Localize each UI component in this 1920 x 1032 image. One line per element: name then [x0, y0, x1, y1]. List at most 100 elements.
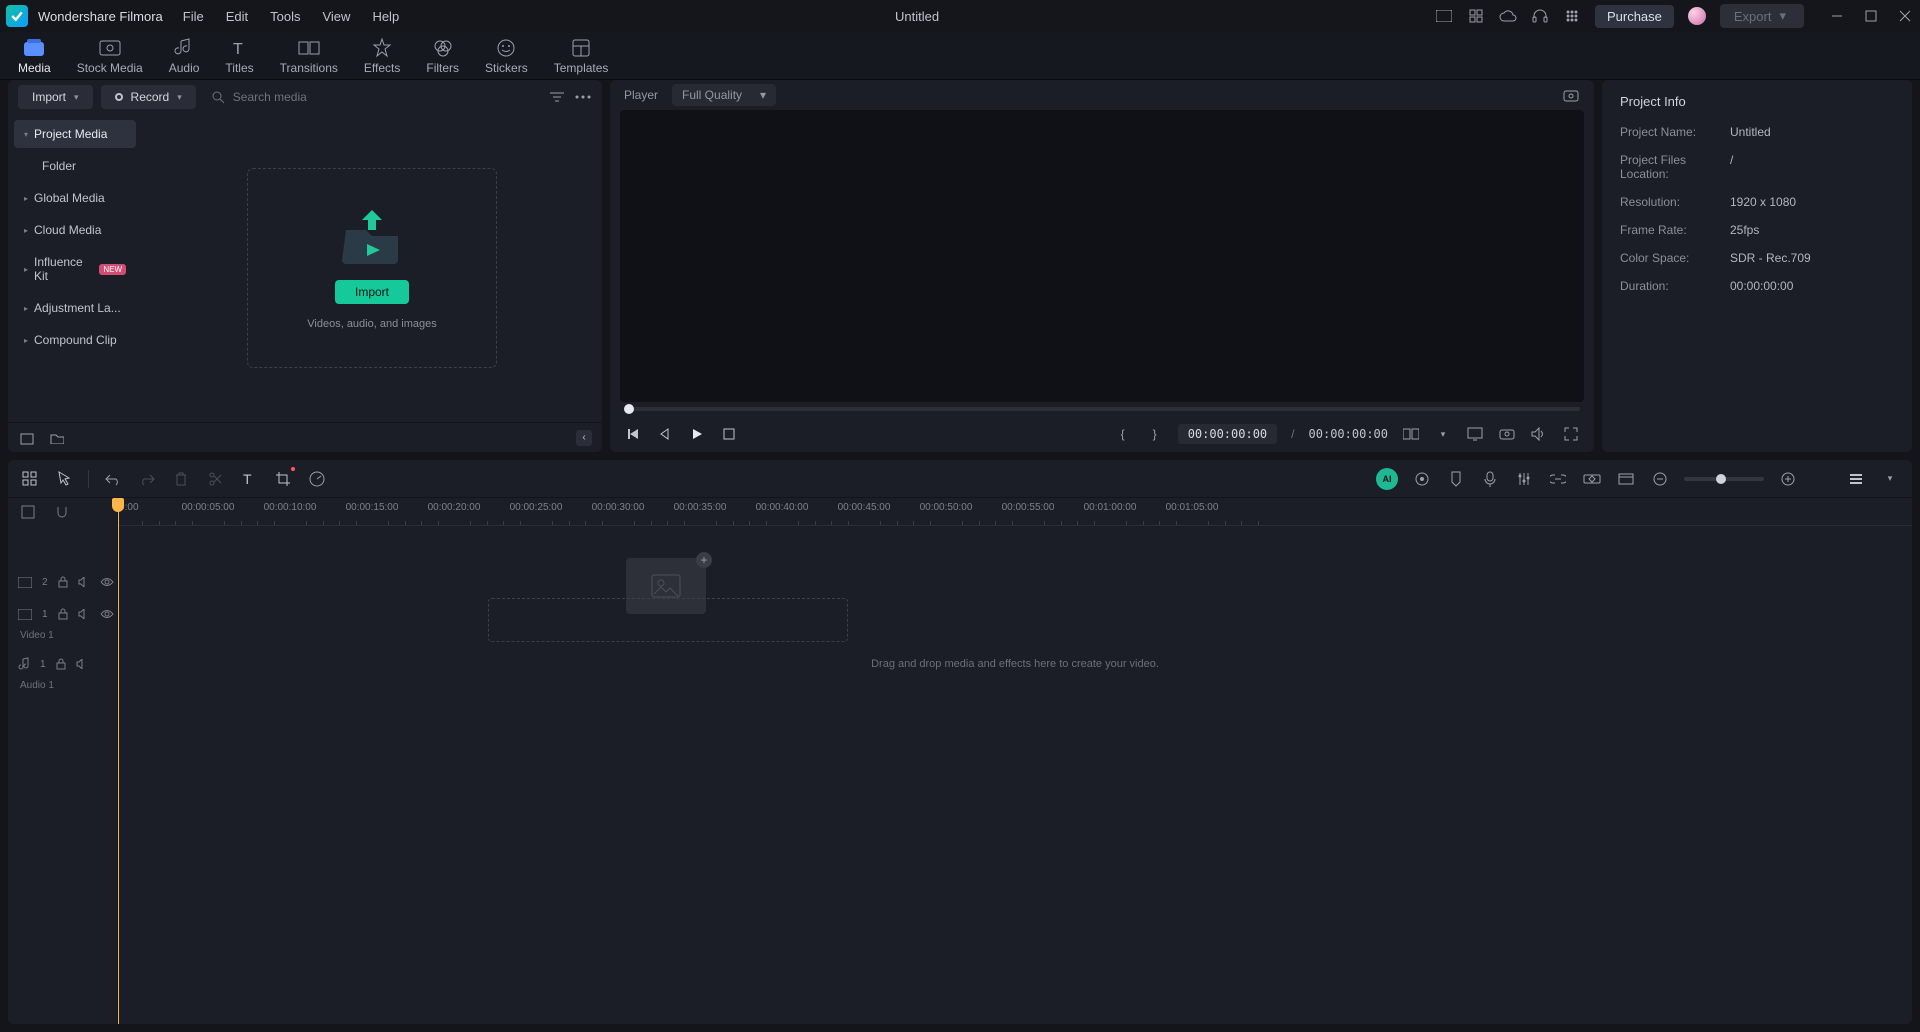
mute-icon[interactable]: [76, 659, 88, 669]
menu-file[interactable]: File: [183, 9, 204, 24]
zoom-out-icon[interactable]: [1650, 469, 1670, 489]
play-backward-icon[interactable]: [656, 425, 674, 443]
tab-templates[interactable]: Templates: [554, 37, 609, 79]
user-avatar[interactable]: [1688, 7, 1706, 25]
timecode-current[interactable]: 00:00:00:00: [1178, 424, 1277, 444]
sidebar-item-adjustment-layer[interactable]: ▸Adjustment La...: [14, 294, 136, 322]
tab-filters[interactable]: Filters: [426, 37, 459, 79]
cloud-icon[interactable]: [1499, 7, 1517, 25]
tab-effects[interactable]: Effects: [364, 37, 400, 79]
play-icon[interactable]: [688, 425, 706, 443]
tab-audio[interactable]: Audio: [169, 37, 200, 79]
collapse-sidebar-icon[interactable]: ‹: [576, 430, 592, 446]
snapshot-icon[interactable]: [1562, 86, 1580, 104]
marker-icon[interactable]: [1446, 469, 1466, 489]
redo-icon[interactable]: [137, 469, 157, 489]
new-bin-icon[interactable]: [18, 429, 36, 447]
sidebar-item-folder[interactable]: Folder: [14, 152, 136, 180]
info-project-name: Untitled: [1730, 125, 1771, 139]
lock-icon[interactable]: [58, 576, 68, 588]
eye-icon[interactable]: [100, 609, 114, 619]
import-dropdown[interactable]: Import▾: [18, 85, 93, 109]
zoom-in-icon[interactable]: [1778, 469, 1798, 489]
tab-stock-media[interactable]: Stock Media: [77, 37, 143, 79]
search-input[interactable]: Search media: [204, 90, 540, 104]
display-icon[interactable]: [1466, 425, 1484, 443]
sidebar-item-influence-kit[interactable]: ▸Influence KitNEW: [14, 248, 136, 290]
tab-titles[interactable]: TTitles: [225, 37, 253, 79]
eye-icon[interactable]: [100, 577, 114, 587]
minimize-icon[interactable]: [1828, 7, 1846, 25]
undo-icon[interactable]: [103, 469, 123, 489]
close-icon[interactable]: [1896, 7, 1914, 25]
sidebar-item-cloud-media[interactable]: ▸Cloud Media: [14, 216, 136, 244]
sidebar-item-global-media[interactable]: ▸Global Media: [14, 184, 136, 212]
fullscreen-icon[interactable]: [1562, 425, 1580, 443]
timeline-dropzone[interactable]: [488, 598, 848, 642]
track-view-chevron-icon[interactable]: ▾: [1880, 469, 1900, 489]
compare-chevron-icon[interactable]: ▾: [1434, 425, 1452, 443]
timeline-ruler[interactable]: 00:0000:00:05:0000:00:10:0000:00:15:0000…: [118, 498, 1912, 526]
mark-in-icon[interactable]: {: [1114, 425, 1132, 443]
record-dropdown[interactable]: Record▾: [101, 85, 196, 109]
menu-tools[interactable]: Tools: [270, 9, 300, 24]
lock-icon[interactable]: [56, 658, 66, 670]
headphones-icon[interactable]: [1531, 7, 1549, 25]
track-view-icon[interactable]: [1846, 469, 1866, 489]
purchase-button[interactable]: Purchase: [1595, 5, 1674, 28]
pointer-tool-icon[interactable]: [54, 469, 74, 489]
lock-icon[interactable]: [58, 608, 68, 620]
render-icon[interactable]: [1616, 469, 1636, 489]
menu-view[interactable]: View: [322, 9, 350, 24]
track-head-video2[interactable]: 2: [8, 566, 117, 598]
track-head-audio1[interactable]: 1: [8, 648, 117, 680]
crop-icon[interactable]: [273, 469, 293, 489]
split-icon[interactable]: [205, 469, 225, 489]
compare-icon[interactable]: [1402, 425, 1420, 443]
sidebar-item-project-media[interactable]: ▾Project Media: [14, 120, 136, 148]
timeline-tracks[interactable]: 00:0000:00:05:0000:00:10:0000:00:15:0000…: [118, 498, 1912, 1024]
menu-help[interactable]: Help: [372, 9, 399, 24]
filter-icon[interactable]: [548, 88, 566, 106]
speed-icon[interactable]: [307, 469, 327, 489]
media-dropzone[interactable]: Import Videos, audio, and images: [247, 168, 497, 368]
quality-dropdown[interactable]: Full Quality▾: [672, 84, 776, 106]
tab-stickers[interactable]: Stickers: [485, 37, 528, 79]
selection-tool-icon[interactable]: [20, 469, 40, 489]
tab-media[interactable]: Media: [18, 37, 51, 79]
text-icon[interactable]: T: [239, 469, 259, 489]
tab-transitions[interactable]: Transitions: [280, 37, 338, 79]
magnet-icon[interactable]: [52, 502, 72, 522]
zoom-slider[interactable]: [1684, 477, 1764, 481]
timeline-hint: Drag and drop media and effects here to …: [118, 658, 1912, 670]
stop-icon[interactable]: [720, 425, 738, 443]
playhead[interactable]: [118, 498, 119, 1024]
camera-icon[interactable]: [1498, 425, 1516, 443]
more-icon[interactable]: [574, 88, 592, 106]
mark-out-icon[interactable]: }: [1146, 425, 1164, 443]
mute-icon[interactable]: [78, 577, 90, 587]
prev-frame-icon[interactable]: [624, 425, 642, 443]
sidebar-item-compound-clip[interactable]: ▸Compound Clip: [14, 326, 136, 354]
keyframe-icon[interactable]: [1582, 469, 1602, 489]
new-folder-icon[interactable]: [48, 429, 66, 447]
color-icon[interactable]: [1412, 469, 1432, 489]
grid-icon[interactable]: [1467, 7, 1485, 25]
link-icon[interactable]: [1548, 469, 1568, 489]
mixer-icon[interactable]: [1514, 469, 1534, 489]
apps-icon[interactable]: [1563, 7, 1581, 25]
mute-icon[interactable]: [78, 609, 90, 619]
menu-edit[interactable]: Edit: [226, 9, 248, 24]
export-button[interactable]: Export▾: [1720, 4, 1804, 28]
seek-slider[interactable]: [624, 407, 1580, 411]
volume-icon[interactable]: [1530, 425, 1548, 443]
mic-icon[interactable]: [1480, 469, 1500, 489]
track-head-video1[interactable]: 1: [8, 598, 117, 630]
import-button[interactable]: Import: [335, 280, 409, 304]
maximize-icon[interactable]: [1862, 7, 1880, 25]
ai-badge[interactable]: AI: [1376, 468, 1398, 490]
track-add-icon[interactable]: [18, 502, 38, 522]
record-screen-icon[interactable]: [1435, 7, 1453, 25]
delete-icon[interactable]: [171, 469, 191, 489]
player-viewport[interactable]: [620, 110, 1584, 402]
